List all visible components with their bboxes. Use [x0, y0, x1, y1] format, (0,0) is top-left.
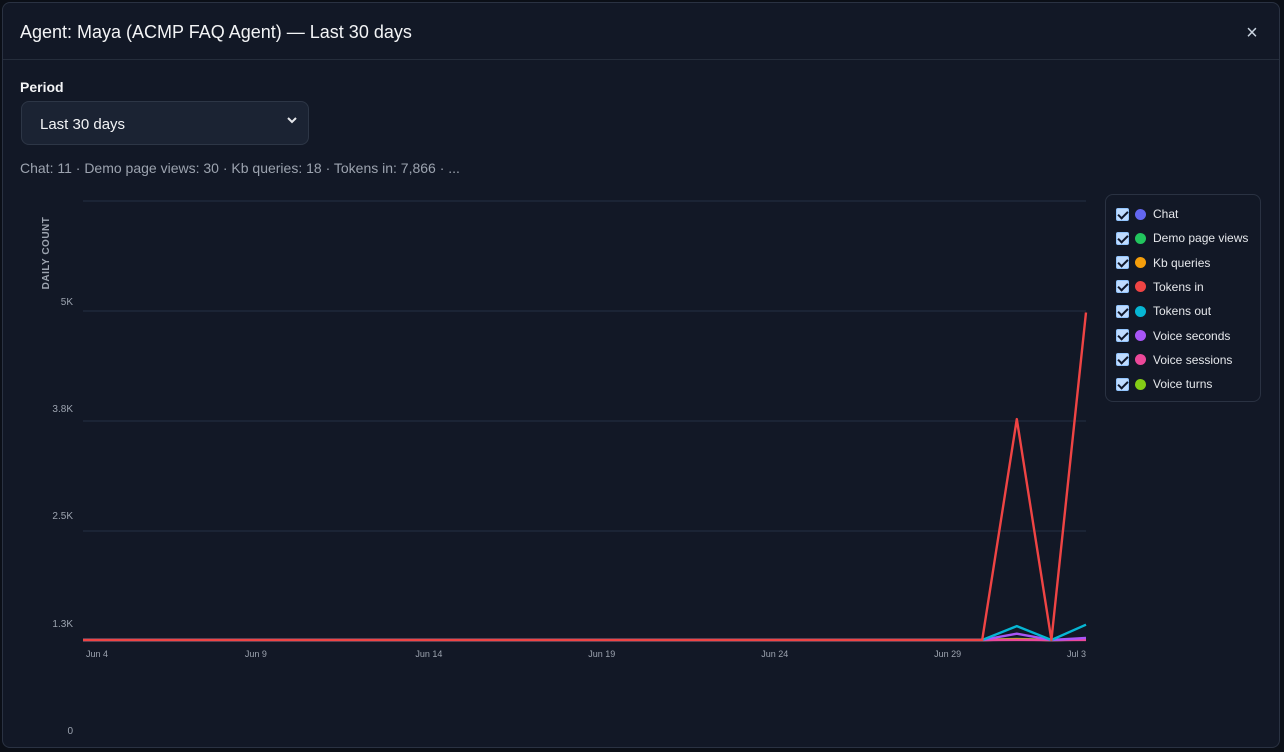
- legend-label: Tokens in: [1153, 279, 1204, 294]
- y-tick-label: 2.5K: [52, 511, 73, 522]
- legend-label: Kb queries: [1153, 255, 1211, 270]
- series-line-tokens-out: [83, 623, 1087, 642]
- y-axis-label: DAILY COUNT: [41, 217, 52, 290]
- legend-item-tokens-in[interactable]: Tokens in: [1116, 278, 1204, 296]
- y-tick-label: 5K: [61, 297, 74, 308]
- x-tick-label: Jun 9: [245, 649, 267, 659]
- x-tick-label: Jun 24: [761, 649, 788, 659]
- legend-color-dot: [1135, 305, 1146, 317]
- legend-label: Voice sessions: [1153, 352, 1233, 367]
- legend-checkbox[interactable]: [1116, 304, 1129, 318]
- legend-checkbox[interactable]: [1116, 256, 1129, 270]
- x-tick-label: Jun 19: [588, 649, 615, 659]
- legend-checkbox[interactable]: [1116, 207, 1129, 221]
- legend-item-voice-sessions[interactable]: Voice sessions: [1116, 351, 1232, 369]
- legend-item-kb-queries[interactable]: Kb queries: [1116, 254, 1210, 272]
- legend-checkbox[interactable]: [1116, 231, 1129, 245]
- chart-legend: Chat Demo page views Kb queries Tokens in To…: [1105, 194, 1261, 402]
- legend-item-voice-turns[interactable]: Voice turns: [1116, 375, 1212, 393]
- legend-checkbox[interactable]: [1116, 329, 1129, 342]
- legend-color-dot: [1135, 208, 1146, 220]
- legend-checkbox[interactable]: [1116, 280, 1129, 294]
- legend-checkbox[interactable]: [1116, 353, 1129, 367]
- legend-label: Chat: [1153, 207, 1179, 221]
- y-tick-label: 1.3K: [52, 619, 73, 630]
- legend-item-chat[interactable]: Chat: [1116, 205, 1178, 223]
- legend-item-tokens-out[interactable]: Tokens out: [1116, 302, 1211, 320]
- legend-color-dot: [1135, 354, 1146, 366]
- legend-label: Voice turns: [1153, 377, 1213, 392]
- legend-color-dot: [1135, 378, 1146, 390]
- legend-label: Voice seconds: [1153, 328, 1231, 343]
- legend-item-demo-page-views[interactable]: Demo page views: [1116, 229, 1248, 247]
- x-tick-label: Jul 3: [1067, 649, 1086, 659]
- x-tick-label: Jun 4: [86, 649, 108, 659]
- usage-line-chart: 0 1.3K 2.5K 3.8K 5K DAILY COUNT Jun 4 Jun 9 Jun …: [41, 200, 1088, 737]
- agent-stats-modal: Agent: Maya (ACMP FAQ Agent) — Last 30 d…: [2, 2, 1280, 748]
- y-tick-label: 0: [67, 726, 73, 737]
- legend-checkbox[interactable]: [1116, 377, 1129, 391]
- legend-item-voice-seconds[interactable]: Voice seconds: [1116, 327, 1230, 345]
- legend-color-dot: [1135, 232, 1146, 244]
- legend-color-dot: [1135, 330, 1146, 341]
- legend-color-dot: [1135, 281, 1146, 293]
- legend-label: Demo page views: [1153, 231, 1249, 246]
- series-line-tokens-in: [83, 312, 1088, 642]
- y-tick-label: 3.8K: [52, 404, 73, 415]
- x-tick-label: Jun 29: [934, 649, 961, 659]
- legend-label: Tokens out: [1153, 304, 1212, 319]
- legend-color-dot: [1135, 257, 1146, 269]
- x-tick-label: Jun 14: [415, 649, 442, 659]
